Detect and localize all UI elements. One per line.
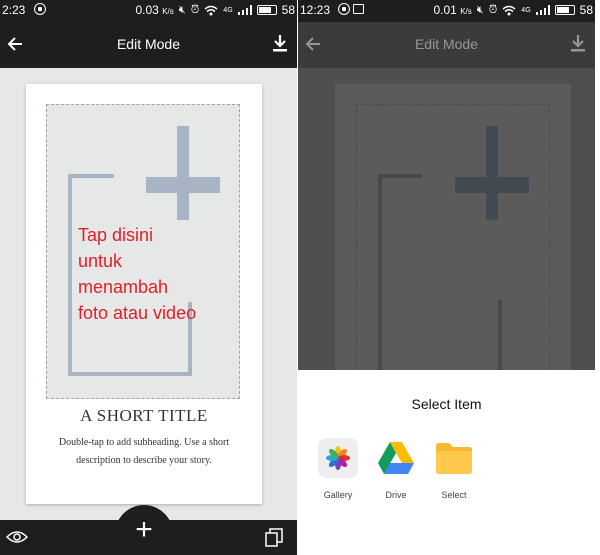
page-title: Edit Mode: [116, 36, 181, 52]
mute-icon: 🔇︎: [178, 3, 186, 16]
select-item-screen: 12:23 0.01 K/s 🔇︎ ⏰︎ 4G 58 Edit Mode Sel…: [298, 0, 595, 555]
signal-type: 4G: [521, 6, 531, 14]
option-label: Drive: [385, 490, 407, 500]
wifi-icon: [204, 5, 218, 15]
frame-decoration: [68, 174, 114, 178]
download-icon: [571, 35, 585, 52]
plus-icon: +: [135, 513, 153, 546]
battery-level: 58: [281, 3, 295, 17]
status-time: 2:23: [2, 3, 26, 17]
app-bar: Edit Mode: [0, 22, 297, 68]
tap-hint-annotation: Tap disini untuk menambah foto atau vide…: [78, 225, 197, 323]
download-icon[interactable]: [269, 32, 291, 54]
copy-icon[interactable]: [265, 528, 283, 547]
sheet-title: Select Item: [411, 396, 482, 412]
dimmed-media-placeholder: [356, 104, 550, 374]
page-title: Edit Mode: [414, 36, 479, 52]
battery-icon: [256, 5, 277, 15]
select-item-sheet: Select Item Gallery Drive Select: [298, 370, 595, 555]
option-select[interactable]: Select: [434, 438, 474, 500]
folder-icon: [434, 438, 474, 478]
signal-icon: [535, 5, 550, 15]
notification-icon: [34, 3, 46, 15]
card-title[interactable]: A SHORT TITLE: [26, 406, 262, 426]
image-notification-icon: [353, 4, 364, 14]
signal-type: 4G: [223, 6, 233, 14]
alarm-icon: ⏰︎: [190, 3, 200, 16]
battery-level: 58: [579, 3, 593, 17]
wifi-icon: [502, 5, 516, 15]
network-speed-unit: K/s: [162, 7, 174, 16]
status-bar: 12:23 0.01 K/s 🔇︎ ⏰︎ 4G 58: [298, 0, 595, 22]
edit-mode-screen: 2:23 0.03 K/s 🔇︎ ⏰︎ 4G 58 Edit Mode Tap …: [0, 0, 297, 555]
network-speed-unit: K/s: [460, 7, 472, 16]
gallery-icon: [318, 438, 358, 478]
network-speed: 0.03: [135, 3, 159, 17]
option-drive[interactable]: Drive: [376, 438, 416, 500]
network-speed: 0.01: [433, 3, 457, 17]
drive-icon: [376, 438, 416, 478]
status-time: 12:23: [300, 3, 331, 17]
alarm-icon: ⏰︎: [488, 3, 498, 16]
option-label: Select: [441, 490, 467, 500]
eye-icon[interactable]: [6, 529, 28, 545]
dimmed-plus-icon: [486, 126, 498, 220]
add-media-plus-icon: [177, 126, 189, 220]
notification-icon: [338, 3, 350, 15]
story-card: Tap disini untuk menambah foto atau vide…: [26, 84, 262, 504]
option-gallery[interactable]: Gallery: [318, 438, 358, 500]
option-label: Gallery: [323, 490, 353, 500]
add-button[interactable]: +: [115, 505, 173, 555]
app-bar: Edit Mode: [298, 22, 595, 68]
mute-icon: 🔇︎: [476, 3, 484, 16]
battery-icon: [554, 5, 575, 15]
card-description[interactable]: Double-tap to add subheading. Use a shor…: [50, 434, 238, 470]
status-bar: 2:23 0.03 K/s 🔇︎ ⏰︎ 4G 58: [0, 0, 297, 22]
signal-icon: [237, 5, 252, 15]
